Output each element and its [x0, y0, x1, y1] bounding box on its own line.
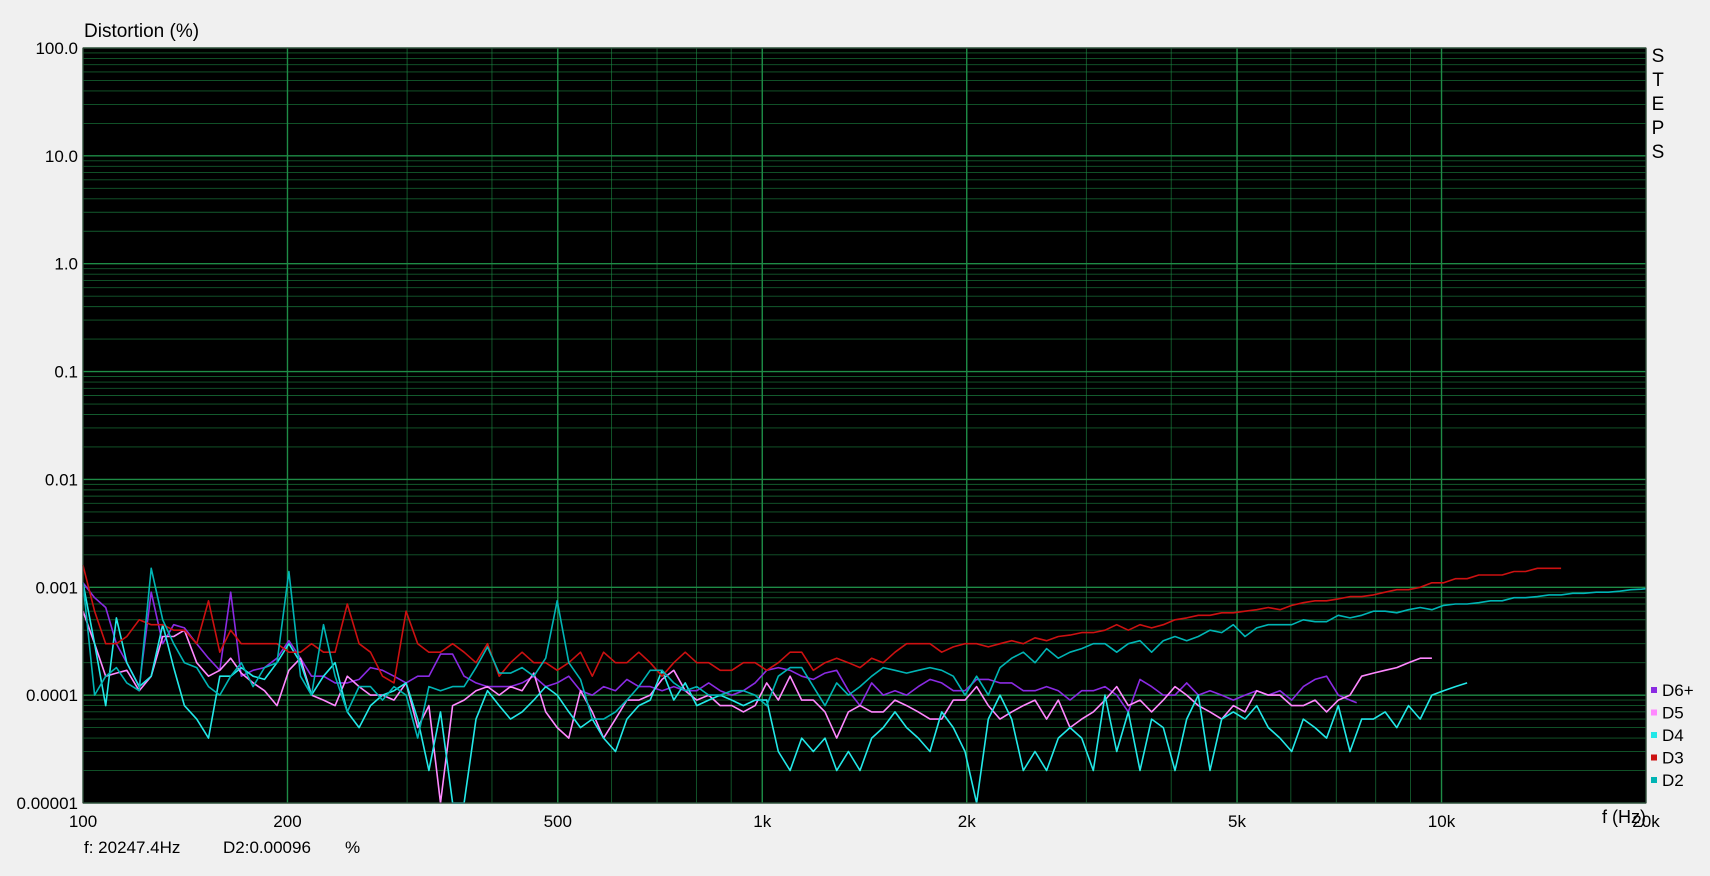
y-tick-label: 0.001: [35, 578, 78, 597]
x-tick-label: 10k: [1428, 812, 1456, 831]
x-tick-label: 200: [273, 812, 301, 831]
x-axis-label: f (Hz): [1602, 807, 1646, 827]
legend-swatch: [1651, 709, 1657, 716]
y-tick-label: 1.0: [54, 255, 78, 274]
legend-label: D2: [1662, 771, 1684, 790]
y-tick-label: 100.0: [35, 39, 78, 58]
cursor-value-readout: D2:0.00096: [223, 838, 311, 857]
legend-label: D6+: [1662, 681, 1694, 700]
y-axis-label: Distortion (%): [84, 21, 199, 42]
legend-swatch: [1651, 754, 1657, 761]
legend-swatch: [1651, 777, 1657, 783]
y-tick-label: 0.00001: [17, 794, 78, 813]
x-tick-label: 100: [69, 812, 97, 831]
x-tick-label: 1k: [753, 812, 771, 831]
x-tick-label: 2k: [958, 812, 976, 831]
side-label-letter: P: [1652, 118, 1665, 139]
legend-swatch: [1651, 687, 1657, 693]
legend-label: D3: [1662, 749, 1684, 768]
plot-area: [83, 48, 1646, 803]
side-label-letter: E: [1652, 94, 1665, 115]
legend-swatch: [1651, 732, 1657, 738]
side-label-letter: T: [1652, 70, 1664, 91]
distortion-chart: 100.0 10.0 1.0 0.1 0.01 0.001 0.0001 0.00001100…: [17, 21, 1694, 857]
cursor-unit-readout: %: [345, 838, 360, 857]
legend-label: D4: [1662, 726, 1684, 745]
y-tick-label: 0.0001: [26, 686, 78, 705]
side-label-letter: S: [1652, 46, 1665, 67]
y-tick-label: 0.1: [54, 363, 78, 382]
x-tick-label: 500: [544, 812, 572, 831]
side-label-letter: S: [1652, 142, 1665, 163]
y-tick-label: 0.01: [45, 470, 78, 489]
legend-label: D5: [1662, 704, 1684, 723]
y-tick-label: 10.0: [45, 147, 78, 166]
x-tick-label: 5k: [1228, 812, 1246, 831]
cursor-frequency-readout: f: 20247.4Hz: [84, 838, 180, 857]
